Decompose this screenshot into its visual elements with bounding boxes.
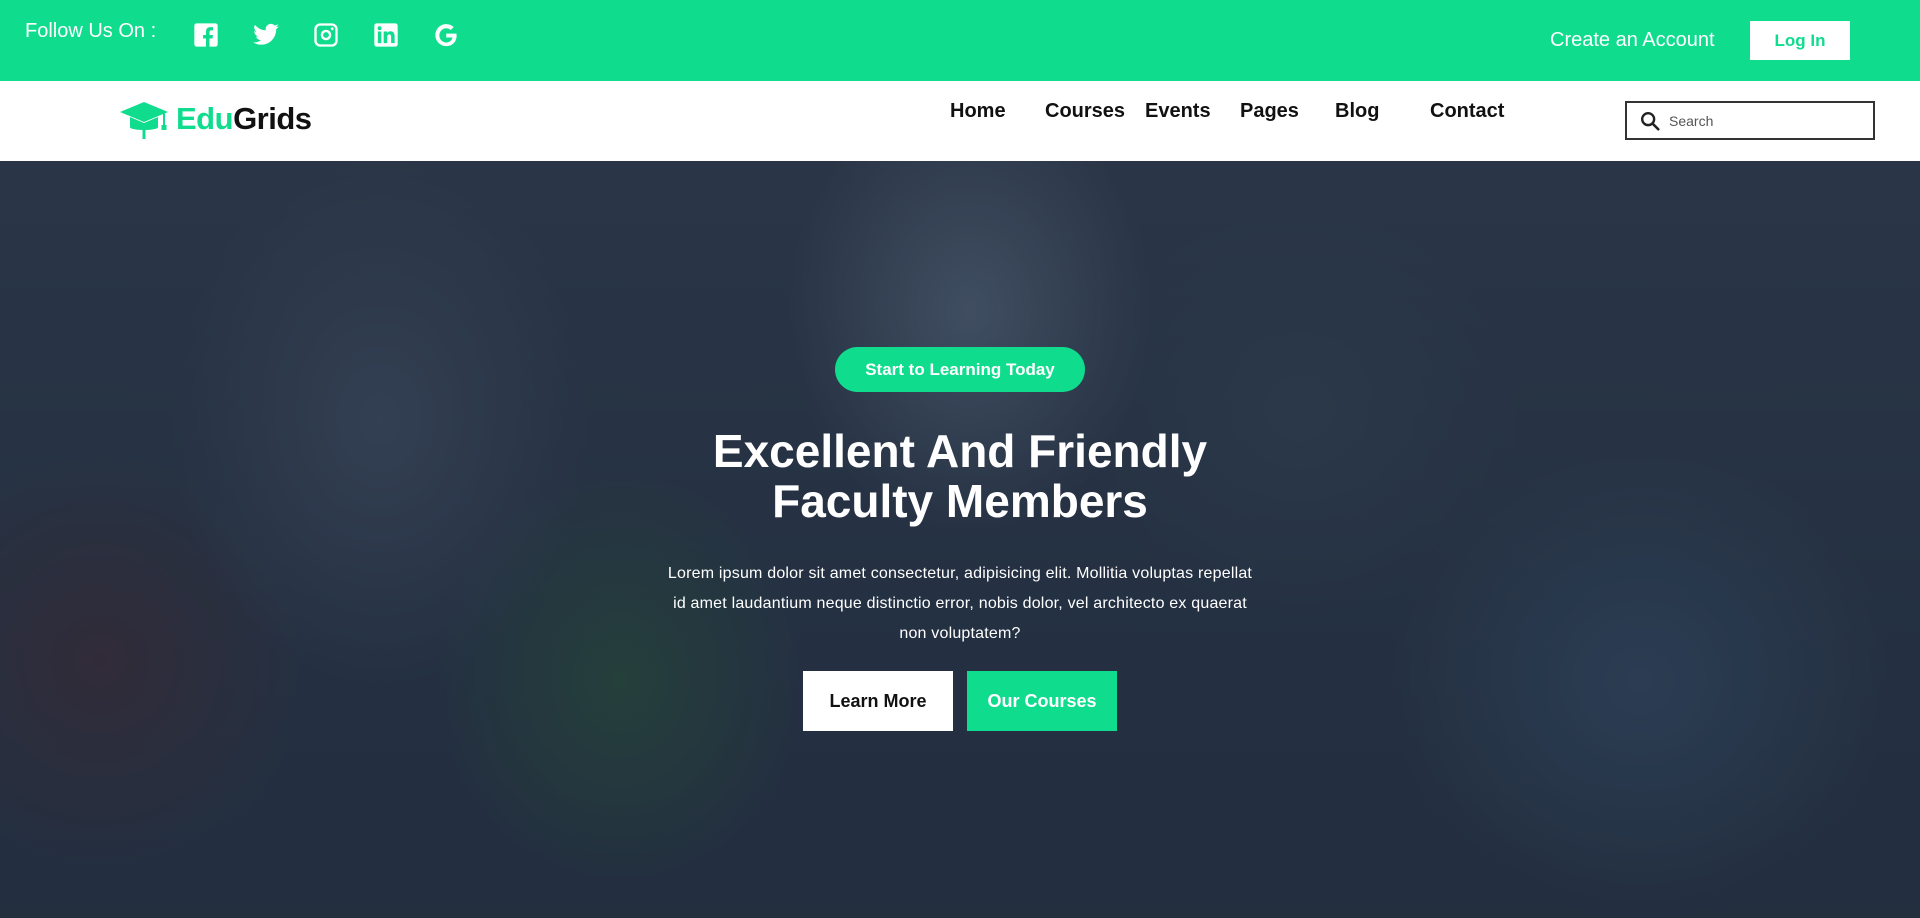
create-account-link[interactable]: Create an Account [1550,29,1715,52]
nav-courses[interactable]: Courses [1045,100,1125,123]
instagram-icon[interactable] [312,18,372,52]
nav-contact[interactable]: Contact [1430,100,1504,123]
search-input[interactable] [1669,112,1859,129]
top-bar: Follow Us On : Create an Account Log In [0,0,1920,81]
nav-pages[interactable]: Pages [1240,100,1299,123]
main-navbar: EduGrids Home Courses Events Pages Blog … [0,81,1920,161]
hero-title-line1: Excellent And Friendly [712,425,1208,477]
linkedin-icon[interactable] [372,18,432,52]
hero-title: Excellent And Friendly Faculty Members [560,426,1360,526]
follow-us-label: Follow Us On : [25,20,157,42]
logo-text-edu: Edu [176,101,234,136]
twitter-icon[interactable] [252,18,312,52]
logo[interactable]: EduGrids [118,98,312,140]
nav-blog[interactable]: Blog [1335,100,1379,123]
hero-description: Lorem ipsum dolor sit amet consectetur, … [667,565,1253,642]
logo-text: EduGrids [176,101,312,137]
graduation-cap-icon [120,102,168,139]
login-button[interactable]: Log In [1750,21,1850,60]
hero-content: Start to Learning Today Excellent And Fr… [0,161,1920,918]
logo-text-grids: Grids [233,101,312,136]
nav-home[interactable]: Home [950,100,1006,123]
facebook-icon[interactable] [192,18,252,52]
our-courses-button[interactable]: Our Courses [967,671,1117,731]
search-icon[interactable] [1639,110,1661,132]
start-learning-badge[interactable]: Start to Learning Today [835,347,1085,392]
social-links [192,18,492,52]
hero-title-line2: Faculty Members [772,475,1148,527]
learn-more-button[interactable]: Learn More [803,671,953,731]
hero-section: Start to Learning Today Excellent And Fr… [0,161,1920,918]
google-icon[interactable] [432,18,492,52]
nav-events[interactable]: Events [1145,100,1211,123]
search-box [1625,101,1875,140]
